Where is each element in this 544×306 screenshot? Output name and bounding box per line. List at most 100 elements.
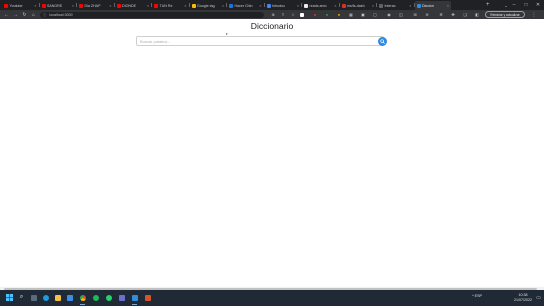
window-controls: – □ ✕ — [508, 0, 544, 10]
address-url: localhost:3000 — [49, 12, 73, 17]
address-bar[interactable]: ⓘ localhost:3000 — [40, 11, 264, 18]
system-tray[interactable]: ^ ESP — [472, 294, 482, 298]
menu-kebab-icon[interactable]: ⋮ — [530, 10, 538, 19]
search-input[interactable] — [140, 37, 365, 45]
extension-cog-icon[interactable]: ✲ — [438, 12, 444, 18]
chrome-icon[interactable] — [78, 293, 87, 302]
browser-tab[interactable]: TUN Re × — [152, 1, 189, 10]
tab-label: Introduc — [272, 3, 285, 8]
search-button[interactable] — [378, 37, 387, 46]
browser-tab[interactable]: Google tag × — [190, 1, 227, 10]
extension-wave-icon[interactable]: ≋ — [424, 12, 430, 18]
reload-icon[interactable]: ↻ — [21, 10, 28, 19]
tab-close-icon[interactable]: × — [258, 4, 261, 8]
browser-tab[interactable]: Introduc × — [265, 1, 302, 10]
extension-circle-icon[interactable]: ◉ — [386, 12, 392, 18]
home-icon[interactable]: ⌂ — [30, 10, 37, 19]
search-box — [136, 36, 384, 46]
mouse-cursor-icon: ▾ — [226, 32, 228, 36]
spotify-icon[interactable] — [91, 293, 100, 302]
tab-label: Diccion — [422, 3, 434, 8]
extension-box-icon[interactable]: ▣ — [360, 12, 366, 18]
tab-label: Youtube — [9, 3, 23, 8]
search-icon — [380, 39, 385, 44]
extension-square-icon[interactable]: ◫ — [398, 12, 404, 18]
tab-close-icon[interactable]: × — [371, 4, 374, 8]
browser-tab[interactable]: Hacer Chin × — [227, 1, 264, 10]
tab-favicon-icon — [41, 3, 46, 8]
tab-close-icon[interactable]: × — [183, 4, 186, 8]
vscode-icon[interactable] — [130, 293, 139, 302]
extension-puzzle-icon[interactable]: ✤ — [450, 12, 456, 18]
notification-icon[interactable]: ▭ — [535, 294, 542, 302]
browser-tab[interactable]: Interac × — [377, 1, 414, 10]
extension-grid-icon[interactable]: ▦ — [348, 12, 354, 18]
taskbar-search-icon[interactable]: ⌕ — [17, 293, 26, 302]
info-icon[interactable]: ⓘ — [43, 12, 46, 17]
tab-close-icon[interactable]: × — [221, 4, 224, 8]
browser-tab[interactable]: Dia ZHAP × — [77, 1, 114, 10]
tab-label: Hacer Chin — [234, 3, 253, 8]
forward-arrow-icon[interactable]: → — [12, 10, 19, 19]
new-tab-button[interactable]: + — [486, 1, 490, 9]
tab-close-icon[interactable]: × — [33, 4, 36, 8]
extension-red-icon[interactable]: ● — [312, 12, 318, 18]
share-icon[interactable]: ⇪ — [280, 12, 286, 18]
extension-box2-icon[interactable]: ▢ — [372, 12, 378, 18]
tab-close-icon[interactable]: × — [446, 4, 449, 8]
tab-close-icon[interactable]: × — [146, 4, 149, 8]
tab-favicon-icon — [4, 3, 8, 8]
tab-label: SANGRE — [47, 3, 63, 8]
back-arrow-icon[interactable]: ← — [3, 10, 10, 19]
store-icon[interactable] — [65, 293, 74, 302]
tab-close-icon[interactable]: × — [296, 4, 299, 8]
terminal-icon[interactable] — [143, 293, 152, 302]
task-view-icon[interactable] — [29, 293, 38, 302]
tab-favicon-icon — [416, 3, 421, 8]
tab-favicon-icon — [229, 3, 233, 8]
page-title: Diccionario — [250, 21, 294, 31]
browser-tab[interactable]: reads amo × — [302, 1, 339, 10]
extension-layers-icon[interactable]: ❏ — [462, 12, 468, 18]
tab-label: reads amo — [309, 3, 327, 8]
tab-label: Interac — [384, 3, 396, 8]
clock-date: 21/07/2022 — [514, 297, 532, 302]
tab-label: Google tag — [197, 3, 215, 8]
tab-label: DIONDE — [122, 3, 136, 8]
tab-favicon-icon — [191, 3, 196, 8]
extension-yellow-icon[interactable]: ● — [336, 12, 342, 18]
tab-favicon-icon — [341, 3, 346, 8]
extension-green-icon[interactable]: ● — [324, 12, 330, 18]
taskbar-clock[interactable]: 10:38 21/07/2022 — [510, 293, 536, 302]
tab-label: ms/ts-dash — [347, 3, 365, 8]
tab-close-icon[interactable]: × — [71, 4, 74, 8]
extension-scan-icon[interactable]: ⊞ — [412, 12, 418, 18]
update-profile-button[interactable]: Reiniciar y actualizar — [485, 11, 525, 18]
tab-close-icon[interactable]: × — [408, 4, 411, 8]
file-explorer-icon[interactable] — [53, 293, 62, 302]
browser-tab[interactable]: ms/ts-dash × — [340, 1, 377, 10]
sidebar-toggle-icon[interactable]: ◧ — [474, 12, 480, 18]
whatsapp-icon[interactable] — [104, 293, 113, 302]
close-window-button[interactable]: ✕ — [532, 0, 544, 10]
bookmark-star-icon[interactable]: ☆ — [290, 12, 296, 18]
edge-icon[interactable] — [41, 293, 50, 302]
extension-icon[interactable] — [300, 12, 304, 17]
tab-close-icon[interactable]: × — [333, 4, 336, 8]
browser-tab[interactable]: Diccion × — [414, 1, 451, 10]
windows-start-icon[interactable] — [5, 293, 14, 302]
page-content — [0, 19, 544, 289]
browser-tab[interactable]: Youtube × — [2, 1, 39, 10]
minimize-button[interactable]: – — [508, 0, 520, 10]
maximize-button[interactable]: □ — [520, 0, 532, 10]
tab-close-icon[interactable]: × — [108, 4, 111, 8]
browser-tab[interactable]: SANGRE × — [40, 1, 77, 10]
tab-favicon-icon — [116, 3, 121, 8]
teams-icon[interactable] — [117, 293, 126, 302]
browser-tab[interactable]: DIONDE × — [115, 1, 152, 10]
tab-favicon-icon — [79, 3, 83, 8]
tab-favicon-icon — [379, 3, 383, 8]
chrome-active-indicator — [80, 304, 85, 305]
tab-favicon-icon — [154, 3, 158, 8]
zoom-icon[interactable]: ⊕ — [270, 12, 276, 18]
